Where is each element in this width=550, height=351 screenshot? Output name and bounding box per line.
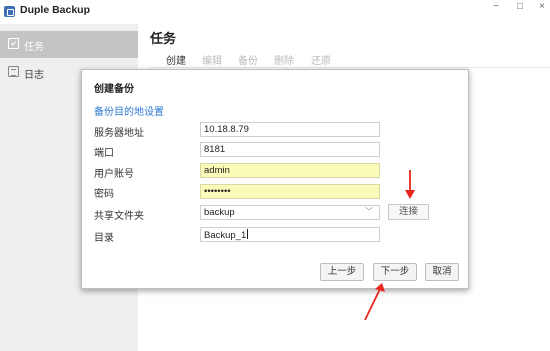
- port-input[interactable]: 8181: [200, 142, 380, 157]
- cancel-button[interactable]: 取消: [425, 263, 459, 281]
- dialog-title: 创建备份: [94, 84, 134, 95]
- server-address-label: 服务器地址: [94, 128, 144, 139]
- text-cursor: [247, 229, 249, 239]
- app-title: Duple Backup: [20, 4, 91, 16]
- restore-button[interactable]: 还原: [311, 52, 331, 67]
- connect-button[interactable]: 连接: [388, 204, 429, 220]
- password-label: 密码: [94, 189, 114, 200]
- backup-button[interactable]: 备份: [238, 52, 258, 67]
- toolbar-divider: [150, 67, 550, 68]
- app-logo-icon: [4, 6, 15, 17]
- minimize-button[interactable]: −: [486, 1, 506, 12]
- create-backup-dialog: 创建备份 备份目的地设置 服务器地址 10.18.8.79 端口 8181 用户…: [81, 69, 469, 289]
- next-step-button[interactable]: 下一步: [373, 263, 417, 281]
- server-address-input[interactable]: 10.18.8.79: [200, 122, 380, 137]
- page-title: 任务: [150, 31, 177, 46]
- title-bar: Duple Backup − □ ×: [0, 0, 550, 24]
- directory-input[interactable]: Backup_1: [200, 227, 380, 242]
- port-label: 端口: [94, 148, 114, 159]
- directory-label: 目录: [94, 233, 114, 244]
- shared-folder-label: 共享文件夹: [94, 211, 144, 222]
- sidebar-item-label: 日志: [24, 70, 44, 81]
- chevron-down-icon: ﹀: [365, 207, 373, 216]
- directory-value: Backup_1: [204, 230, 247, 241]
- log-icon: [8, 66, 19, 77]
- task-check-icon: [8, 38, 19, 49]
- shared-folder-value: backup: [204, 207, 235, 218]
- previous-step-button[interactable]: 上一步: [320, 263, 364, 281]
- section-heading: 备份目的地设置: [94, 107, 164, 118]
- create-button[interactable]: 创建: [166, 52, 186, 67]
- username-label: 用户账号: [94, 169, 134, 180]
- sidebar-item-label: 任务: [24, 42, 44, 53]
- delete-button[interactable]: 删除: [274, 52, 294, 67]
- maximize-button[interactable]: □: [510, 1, 530, 12]
- password-input[interactable]: ••••••••: [200, 184, 380, 199]
- username-input[interactable]: admin: [200, 163, 380, 178]
- sidebar-item-tasks[interactable]: 任务: [0, 31, 138, 58]
- close-button[interactable]: ×: [532, 1, 550, 12]
- shared-folder-select[interactable]: backup ﹀: [200, 205, 380, 220]
- edit-button[interactable]: 编辑: [202, 52, 222, 67]
